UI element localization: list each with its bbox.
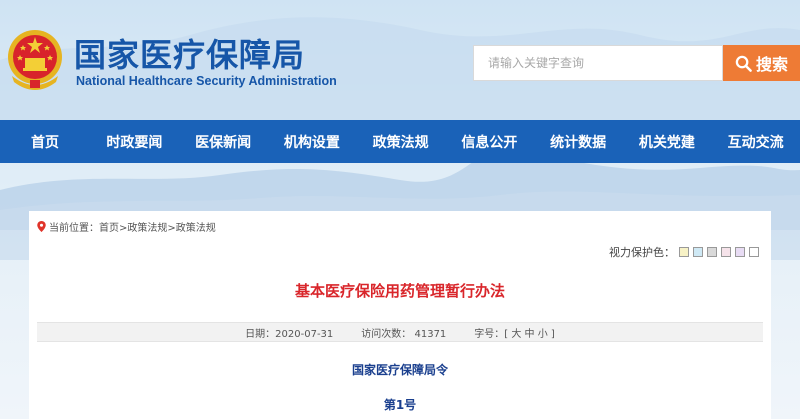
search-button[interactable]: 搜索 [723, 45, 800, 81]
nav-item-organization[interactable]: 机构设置 [268, 120, 357, 163]
article-title: 基本医疗保险用药管理暂行办法 [294, 282, 505, 300]
views-label: 访问次数： [361, 328, 412, 340]
main-nav: 首页 时政要闻 医保新闻 机构设置 政策法规 信息公开 统计数据 机关党建 互动… [0, 120, 800, 163]
article-order-number: 第1号 [383, 398, 417, 412]
location-pin-icon [37, 221, 46, 232]
breadcrumb-text[interactable]: 当前位置：首页>政策法规>政策法规 [49, 219, 216, 234]
color-swatch-white[interactable] [749, 247, 759, 257]
color-swatch-purple[interactable] [735, 247, 745, 257]
site-title-english[interactable]: National Healthcare Security Administrat… [76, 74, 337, 88]
nav-item-party-building[interactable]: 机关党建 [623, 120, 712, 163]
nav-item-home[interactable]: 首页 [0, 120, 90, 163]
views-count: 41371 [414, 328, 447, 340]
national-emblem-icon[interactable] [6, 28, 64, 90]
color-swatch-pink[interactable] [721, 247, 731, 257]
search-icon [735, 55, 752, 72]
article-meta: 日期：2020-07-31 访问次数： 41371 字号：[ 大 中 小 ] [37, 322, 763, 342]
article-issuer: 国家医疗保障局令 [351, 363, 448, 377]
nav-item-statistics[interactable]: 统计数据 [534, 120, 623, 163]
font-size-control[interactable]: 字号：[ 大 中 小 ] [474, 325, 555, 340]
eye-protection-label: 视力保护色： [609, 246, 675, 259]
nav-item-interaction[interactable]: 互动交流 [711, 120, 800, 163]
eye-protection-colors: 视力保护色： [609, 244, 759, 260]
article-views: 访问次数： 41371 [361, 325, 446, 340]
color-swatch-gray[interactable] [707, 247, 717, 257]
site-title[interactable]: 国家医疗保障局 [74, 30, 305, 76]
nav-item-healthcare-news[interactable]: 医保新闻 [179, 120, 268, 163]
article-container: 当前位置：首页>政策法规>政策法规 视力保护色： 基本医疗保险用药管理暂行办法 … [29, 211, 771, 419]
search-button-label: 搜索 [755, 55, 788, 74]
color-swatch-yellow[interactable] [679, 247, 689, 257]
breadcrumb: 当前位置：首页>政策法规>政策法规 [37, 219, 216, 234]
color-swatch-blue[interactable] [693, 247, 703, 257]
nav-item-news-politics[interactable]: 时政要闻 [90, 120, 179, 163]
nav-item-policies[interactable]: 政策法规 [356, 120, 445, 163]
search-input[interactable] [473, 45, 723, 81]
article-date: 日期：2020-07-31 [245, 328, 334, 340]
site-header: 国家医疗保障局 National Healthcare Security Adm… [0, 0, 800, 120]
nav-item-disclosure[interactable]: 信息公开 [445, 120, 534, 163]
